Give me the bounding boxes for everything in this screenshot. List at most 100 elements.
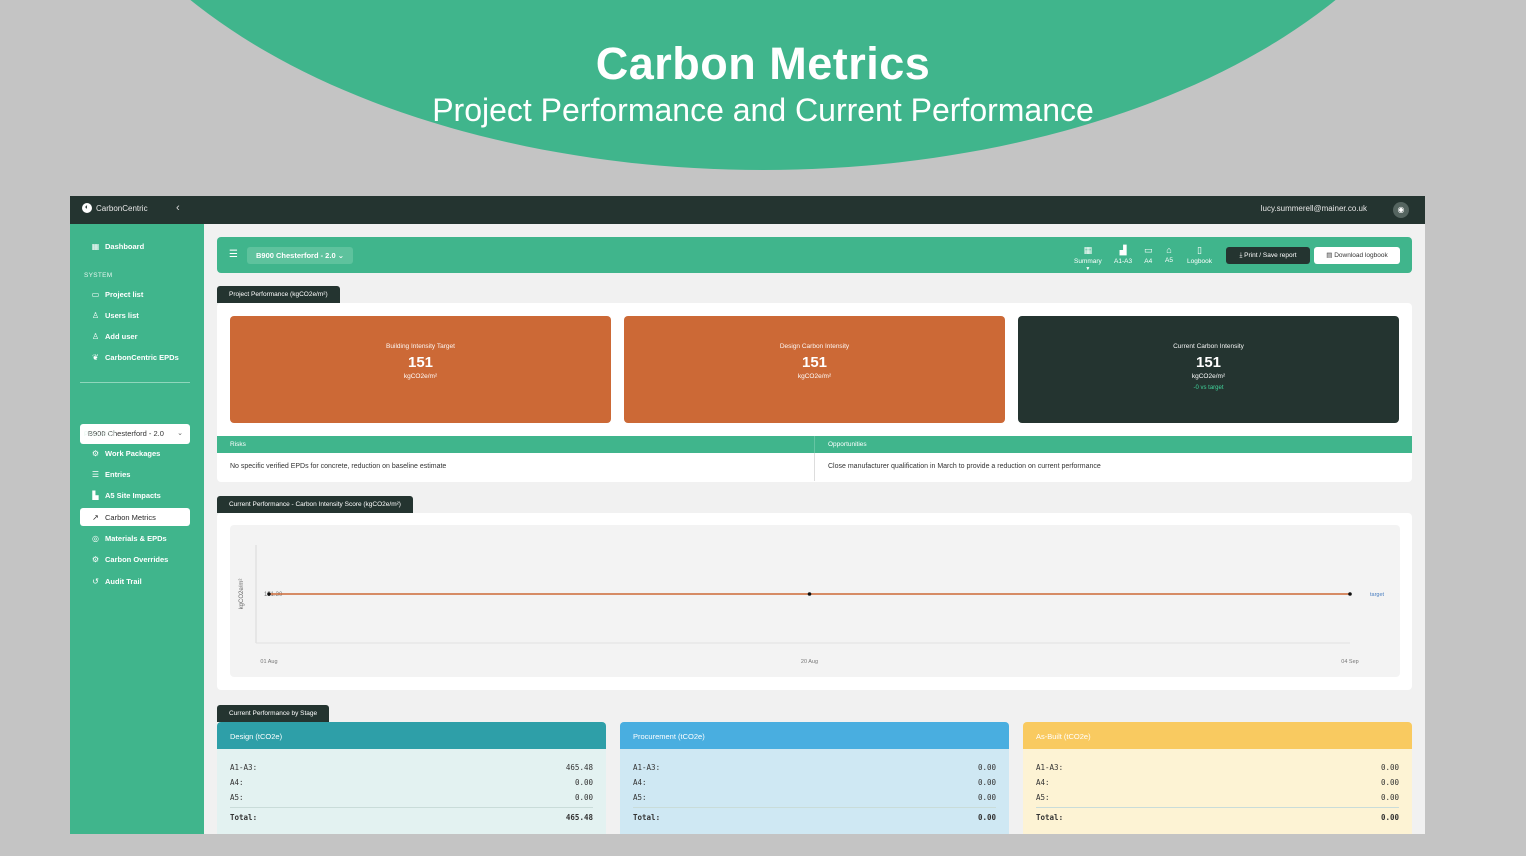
x-tick-label: 20 Aug bbox=[801, 659, 818, 665]
book-icon: ▯ bbox=[1197, 245, 1202, 255]
app-window: ◐ CarbonCentric ‹ lucy.summerell@mainer.… bbox=[70, 196, 1425, 834]
current-carbon-intensity-card: Current Carbon Intensity 151 kgCO2e/m² -… bbox=[1018, 316, 1399, 423]
list-icon: ☰ bbox=[91, 469, 100, 479]
tab-a1-a3[interactable]: ▟ A1-A3 bbox=[1114, 245, 1132, 265]
current-performance-tab[interactable]: Current Performance - Carbon Intensity S… bbox=[217, 496, 413, 513]
sidebar-item-work-packages[interactable]: ⚙ Work Packages bbox=[80, 444, 190, 462]
project-heading: PROJECT bbox=[84, 431, 117, 438]
package-icon: ⚙ bbox=[91, 448, 100, 458]
card-unit: kgCO2e/m² bbox=[797, 373, 832, 380]
stage-card-as-built: As-Built (tCO2e) A1-A3: 0.00 A4: 0.00 A5: 0.00… bbox=[1023, 722, 1412, 834]
stage-row-value: 0.00 bbox=[1380, 778, 1399, 787]
history-icon: ↺ bbox=[92, 576, 99, 586]
carbon-intensity-chart: kgCO2e/m² 151.30 01 Aug 20 Aug 04 Sep target bbox=[230, 525, 1400, 677]
tab-a5[interactable]: ⌂ A5 bbox=[1165, 245, 1173, 264]
stage-performance-tab[interactable]: Current Performance by Stage bbox=[217, 705, 330, 722]
tab-a4[interactable]: ▭ A4 bbox=[1144, 245, 1153, 265]
grid-icon: ▦ bbox=[1083, 245, 1093, 255]
collapse-sidebar-icon[interactable]: ‹ bbox=[176, 202, 180, 214]
stage-row-label: A5: bbox=[633, 793, 647, 802]
sidebar-item-label: Users list bbox=[105, 310, 139, 320]
sidebar-item-project-list[interactable]: ▭ Project list bbox=[80, 285, 190, 303]
card-value: 151 bbox=[1195, 354, 1222, 371]
x-tick-label: 04 Sep bbox=[1341, 659, 1358, 665]
active-tab-indicator: ▼ bbox=[1085, 266, 1091, 272]
sidebar-divider bbox=[80, 382, 190, 383]
sidebar-item-label: Work Packages bbox=[105, 448, 161, 458]
stage-row: A1-A3: 0.00 bbox=[633, 763, 996, 772]
print-save-report-button[interactable]: ⤓ Print / Save report bbox=[1226, 247, 1310, 264]
data-point[interactable] bbox=[807, 592, 812, 596]
tab-logbook[interactable]: ▯ Logbook bbox=[1187, 245, 1212, 265]
project-performance-panel: Building Intensity Target 151 kgCO2e/m² … bbox=[217, 303, 1412, 482]
chevron-down-icon: ⌄ bbox=[337, 251, 345, 260]
stage-row-value: 465.48 bbox=[565, 763, 593, 772]
stage-row-label: A1-A3: bbox=[633, 763, 661, 772]
chevron-down-icon: ⌄ bbox=[177, 430, 183, 437]
sidebar-item-entries[interactable]: ☰ Entries bbox=[80, 465, 190, 483]
project-switcher[interactable]: B900 Chesterford - 2.0 ⌄ bbox=[247, 247, 354, 264]
download-button-label: Download logbook bbox=[1334, 252, 1388, 259]
project-switcher-label: B900 Chesterford - 2.0 bbox=[256, 251, 336, 260]
sidebar-item-carbon-metrics[interactable]: ↗ Carbon Metrics bbox=[80, 508, 190, 526]
stage-row-value: 0.00 bbox=[574, 778, 593, 787]
sidebar-item-a5-site-impacts[interactable]: ▙ A5 Site Impacts bbox=[80, 486, 190, 504]
building-intensity-target-card: Building Intensity Target 151 kgCO2e/m² bbox=[230, 316, 611, 423]
brand-logo[interactable]: ◐ CarbonCentric bbox=[82, 203, 148, 213]
grid-icon: ▦ bbox=[91, 241, 100, 251]
stage-card-title: Design (tCO2e) bbox=[217, 722, 606, 749]
sidebar-item-label: Project list bbox=[105, 289, 144, 299]
card-label: Current Carbon Intensity bbox=[1173, 343, 1244, 350]
design-carbon-intensity-card: Design Carbon Intensity 151 kgCO2e/m² bbox=[624, 316, 1005, 423]
layers-icon: ◎ bbox=[92, 533, 99, 543]
stage-total-label: Total: bbox=[1036, 813, 1064, 822]
card-label: Design Carbon Intensity bbox=[779, 343, 850, 350]
download-logbook-button[interactable]: ▤ Download logbook bbox=[1314, 247, 1400, 264]
current-performance-panel: kgCO2e/m² 151.30 01 Aug 20 Aug 04 Sep target bbox=[217, 513, 1412, 690]
sidebar-item-dashboard[interactable]: ▦ Dashboard bbox=[80, 237, 190, 255]
tab-label: Summary bbox=[1074, 258, 1102, 265]
sidebar-item-audit-trail[interactable]: ↺ Audit Trail bbox=[80, 572, 190, 590]
stage-card-title: As-Built (tCO2e) bbox=[1023, 722, 1412, 749]
user-avatar-icon[interactable]: ◉ bbox=[1393, 202, 1409, 218]
stage-card-procurement: Procurement (tCO2e) A1-A3: 0.00 A4: 0.00 A5: 0… bbox=[620, 722, 1009, 834]
stage-row-label: A5: bbox=[1036, 793, 1050, 802]
stage-row-value: 0.00 bbox=[1380, 793, 1399, 802]
y-tick-label: 151.30 bbox=[264, 592, 283, 598]
opportunities-text: Close manufacturer qualification in Marc… bbox=[814, 453, 1412, 481]
stage-row-label: A4: bbox=[633, 778, 647, 787]
sidebar-item-label: CarbonCentric EPDs bbox=[105, 352, 179, 362]
top-bar: ◐ CarbonCentric ‹ lucy.summerell@mainer.… bbox=[70, 196, 1425, 224]
stage-row: A4: 0.00 bbox=[1036, 778, 1399, 787]
tab-summary[interactable]: ▦ Summary ▼ bbox=[1074, 245, 1102, 272]
project-performance-tab[interactable]: Project Performance (kgCO2e/m²) bbox=[217, 286, 340, 303]
stage-row-label: A4: bbox=[230, 778, 244, 787]
stage-row-label: A4: bbox=[1036, 778, 1050, 787]
data-point[interactable] bbox=[267, 592, 271, 596]
sidebar-item-carbon-overrides[interactable]: ⚙ Carbon Overrides bbox=[80, 550, 190, 568]
stage-row: A1-A3: 465.48 bbox=[230, 763, 593, 772]
stage-row-value: 0.00 bbox=[977, 793, 996, 802]
folder-icon: ▭ bbox=[91, 289, 100, 299]
sidebar-item-materials-epds[interactable]: ◎ Materials & EPDs bbox=[80, 529, 190, 547]
stage-total-row: Total: 0.00 bbox=[633, 813, 996, 822]
sidebar-item-users-list[interactable]: ♙ Users list bbox=[80, 306, 190, 324]
stage-total-label: Total: bbox=[633, 813, 661, 822]
stage-total-value: 465.48 bbox=[565, 813, 593, 822]
vs-target-note: -0 vs target bbox=[1193, 385, 1224, 391]
sidebar: ▦ Dashboard SYSTEM ▭ Project list ♙ User… bbox=[70, 224, 204, 834]
sidebar-item-label: Audit Trail bbox=[105, 576, 142, 586]
brand-name: CarbonCentric bbox=[96, 203, 148, 213]
data-point[interactable] bbox=[1348, 592, 1352, 596]
user-email: lucy.summerell@mainer.co.uk bbox=[1260, 204, 1367, 213]
building-icon: ▙ bbox=[92, 490, 99, 500]
truck-icon: ▭ bbox=[1144, 245, 1153, 255]
stage-row-value: 0.00 bbox=[977, 778, 996, 787]
series-label-target: target bbox=[1370, 592, 1385, 598]
y-axis-label: kgCO2e/m² bbox=[239, 579, 245, 610]
sidebar-item-carboncentric-epds[interactable]: ❦ CarbonCentric EPDs bbox=[80, 348, 190, 366]
stage-row: A5: 0.00 bbox=[230, 793, 593, 802]
hero-title: Carbon Metrics bbox=[595, 38, 931, 89]
menu-icon[interactable]: ☰ bbox=[229, 249, 238, 260]
sidebar-item-add-user[interactable]: ♙ Add user bbox=[80, 327, 190, 345]
